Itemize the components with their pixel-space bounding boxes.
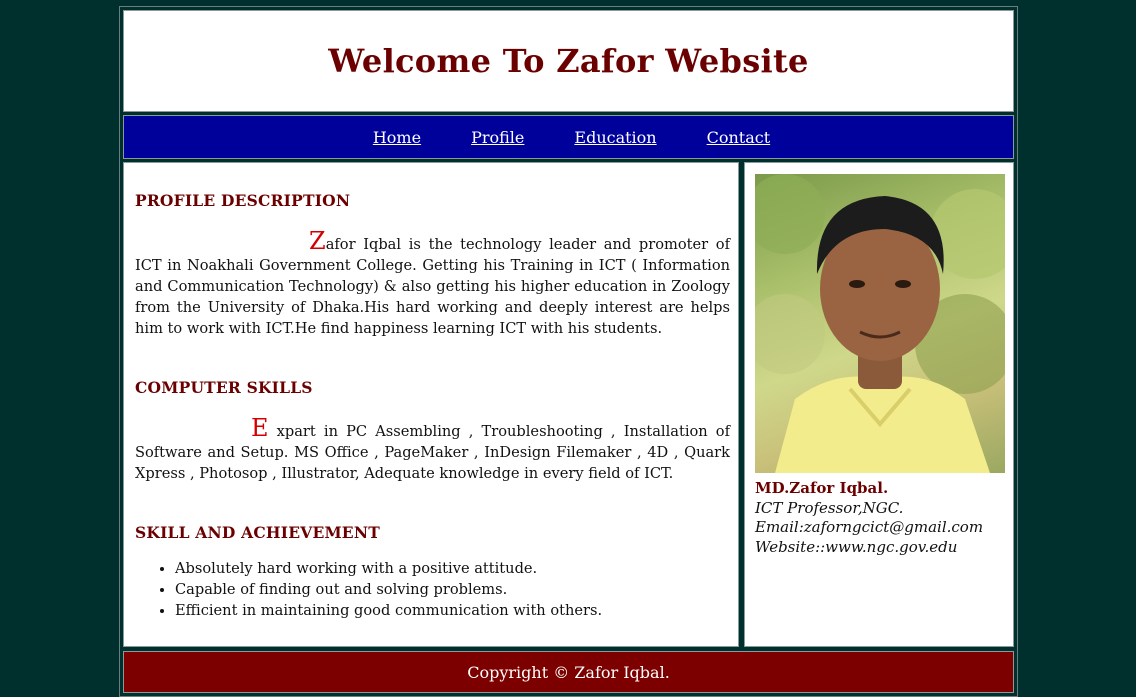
skills-body: xpart in PC Assembling , Troubleshooting…	[135, 423, 730, 482]
main-nav: Home Profile Education Contact	[123, 115, 1014, 159]
site-footer: Copyright © Zafor Iqbal.	[123, 651, 1014, 693]
main-content: PROFILE DESCRIPTION Zafor Iqbal is the t…	[123, 162, 739, 647]
computer-skills-text: E xpart in PC Assembling , Troubleshooti…	[135, 416, 730, 484]
profile-dropcap: Z	[309, 227, 326, 255]
profile-description-heading: PROFILE DESCRIPTION	[135, 191, 351, 210]
skill-achievement-heading: SKILL AND ACHIEVEMENT	[135, 523, 380, 542]
nav-home-link[interactable]: Home	[373, 128, 421, 147]
nav-education-link[interactable]: Education	[574, 128, 656, 147]
list-item: Efficient in maintaining good communicat…	[175, 600, 735, 621]
profile-body: afor Iqbal is the technology leader and …	[135, 236, 730, 337]
computer-skills-heading: COMPUTER SKILLS	[135, 378, 313, 397]
skills-dropcap: E	[251, 414, 269, 442]
profile-email: Email:zaforngcict@gmail.com	[755, 518, 984, 536]
site-header: Welcome To Zafor Website	[123, 10, 1014, 112]
nav-profile-link[interactable]: Profile	[471, 128, 524, 147]
list-item: Absolutely hard working with a positive …	[175, 558, 735, 579]
site-title: Welcome To Zafor Website	[328, 42, 809, 80]
profile-name: MD.Zafor Iqbal.	[755, 479, 889, 497]
profile-info: MD.Zafor Iqbal. ICT Professor,NGC. Email…	[755, 479, 983, 557]
profile-description-text: Zafor Iqbal is the technology leader and…	[135, 229, 730, 339]
copyright-text: Copyright © Zafor Iqbal.	[467, 662, 670, 682]
profile-photo	[755, 174, 1005, 473]
achievement-list: Absolutely hard working with a positive …	[135, 558, 735, 621]
profile-role: ICT Professor,NGC.	[755, 498, 904, 517]
nav-contact-link[interactable]: Contact	[707, 128, 771, 147]
profile-sidebar: MD.Zafor Iqbal. ICT Professor,NGC. Email…	[744, 162, 1014, 647]
list-item: Capable of finding out and solving probl…	[175, 579, 735, 600]
profile-website: Website::www.ngc.gov.edu	[755, 537, 958, 556]
